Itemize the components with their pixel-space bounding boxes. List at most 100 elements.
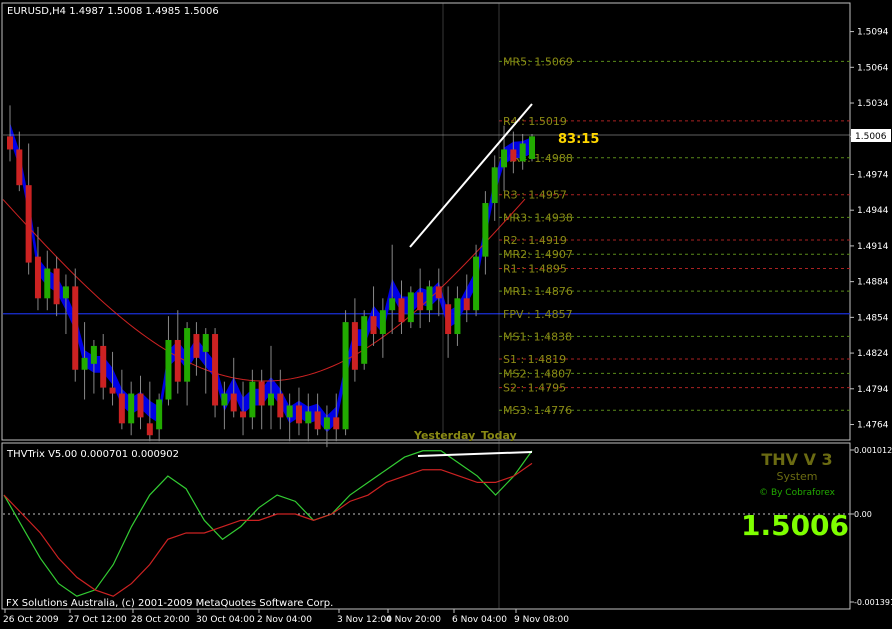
big-price: 1.5006 (741, 509, 849, 542)
brand-name: THV V 3 (761, 450, 832, 469)
candle-bull (221, 393, 228, 406)
y-tick-label: 1.4974 (857, 170, 889, 180)
candle-bull (128, 393, 135, 424)
candle-bull (44, 268, 51, 299)
x-tick-label: 9 Nov 08:00 (514, 615, 569, 625)
trix-tick-label: 0.001012 (854, 446, 892, 455)
brand-author: © By Cobraforex (759, 488, 835, 498)
level-label: MR5: 1.5069 (503, 55, 573, 68)
level-label: MS3: 1.4776 (503, 404, 572, 417)
trix-tick-label: 0.00 (854, 510, 872, 519)
candle-bear (445, 304, 452, 335)
candle-bear (25, 185, 32, 263)
candle-bear (258, 381, 265, 406)
y-tick-label: 1.4824 (857, 349, 889, 359)
candle-bear (146, 423, 153, 436)
y-tick-label: 1.4944 (857, 206, 889, 216)
candle-bull (323, 417, 330, 430)
brand-sub: System (776, 470, 817, 483)
level-label: FPV : 1.4857 (503, 308, 573, 321)
candle-bear (240, 411, 247, 418)
x-tick-label: 2 Nov 04:00 (257, 615, 312, 625)
level-label: MS2: 1.4807 (503, 367, 572, 380)
level-label: MS1: 1.4838 (503, 330, 572, 343)
candle-bull (62, 286, 69, 299)
level-label: R3 : 1.4957 (503, 189, 567, 202)
candle-bear (333, 417, 340, 430)
candle-bull (342, 322, 349, 430)
y-tick-label: 1.4764 (857, 421, 889, 431)
x-tick-label: 28 Oct 20:00 (131, 615, 190, 625)
y-tick-label: 1.4884 (857, 278, 889, 288)
candle-bear (193, 334, 200, 358)
candle-bull (501, 149, 508, 168)
candle-bull (156, 399, 163, 430)
candle-bear (72, 286, 79, 370)
candle-bear (53, 268, 60, 305)
bar-countdown: 83:15 (558, 132, 599, 147)
y-tick-label: 1.4914 (857, 242, 889, 252)
candle-bull (473, 256, 480, 311)
candle-bull (389, 298, 396, 311)
candle-bear (463, 298, 470, 311)
candle-bull (90, 345, 97, 364)
candle-bear (351, 322, 358, 370)
level-label: R2 : 1.4919 (503, 234, 567, 247)
trix-tick-label: -0.001391 (854, 598, 892, 607)
candle-bear (314, 411, 321, 430)
level-label: S1 : 1.4819 (503, 353, 566, 366)
candle-bear (277, 393, 284, 418)
level-label: MR2: 1.4907 (503, 248, 573, 261)
y-tick-label: 1.5064 (857, 63, 889, 73)
x-tick-label: 27 Oct 12:00 (68, 615, 127, 625)
y-tick-label: 1.5034 (857, 99, 889, 109)
candle-bull (379, 310, 386, 335)
x-tick-label: 6 Nov 04:00 (452, 615, 507, 625)
candle-bull (407, 292, 414, 323)
candle-bull (491, 167, 498, 204)
candle-bull (529, 136, 535, 159)
x-tick-label: 3 Nov 12:00 (337, 615, 392, 625)
copyright-text: FX Solutions Australia, (c) 2001-2009 Me… (6, 598, 333, 609)
level-label: S2 : 1.4795 (503, 382, 566, 395)
candle-bull (361, 316, 368, 364)
candle-bear (118, 393, 125, 424)
x-tick-label: 30 Oct 04:00 (196, 615, 255, 625)
day-label-yesterday: Yesterday (413, 429, 475, 442)
candle-bull (519, 143, 526, 162)
candle-bull (286, 405, 293, 418)
candle-bear (174, 339, 181, 382)
y-tick-label: 1.4794 (857, 385, 889, 395)
candle-bear (230, 393, 237, 412)
candle-bear (109, 387, 116, 394)
candle-bull (426, 286, 433, 311)
candle-bear (34, 256, 41, 299)
level-label: MR3: 1.4938 (503, 211, 573, 224)
candle-bull (454, 298, 461, 335)
y-tick-label: 1.5094 (857, 28, 889, 38)
candle-bear (417, 292, 424, 311)
level-label: R1 : 1.4895 (503, 263, 567, 276)
y-tick-label: 1.4854 (857, 313, 889, 323)
candle-bear (16, 149, 23, 186)
candle-bull (268, 393, 274, 406)
candle-bear (510, 149, 517, 162)
candle-bull (202, 334, 209, 352)
candle-bear (370, 316, 377, 335)
level-label: MR1: 1.4876 (503, 285, 573, 298)
price-tag-value: 1.5006 (855, 132, 887, 142)
day-label-today: Today (481, 429, 517, 442)
candle-bull (165, 339, 172, 400)
candle-bull (184, 328, 191, 382)
x-tick-label: 26 Oct 2009 (3, 615, 59, 625)
candle-bear (137, 393, 144, 418)
candle-bull (81, 357, 88, 370)
candle-bear (435, 286, 442, 299)
candle-bull (305, 411, 312, 424)
candle-bear (7, 136, 13, 150)
indicator-header: THVTrix V5.00 0.000701 0.000902 (6, 449, 179, 460)
candle-bear (100, 345, 107, 388)
x-tick-label: 4 Nov 20:00 (386, 615, 441, 625)
mt4-chart-window[interactable]: MR5: 1.5069R4 : 1.5019MR4: 1.4988R3 : 1.… (0, 0, 892, 629)
symbol-header: EURUSD,H4 1.4987 1.5008 1.4985 1.5006 (7, 6, 219, 17)
